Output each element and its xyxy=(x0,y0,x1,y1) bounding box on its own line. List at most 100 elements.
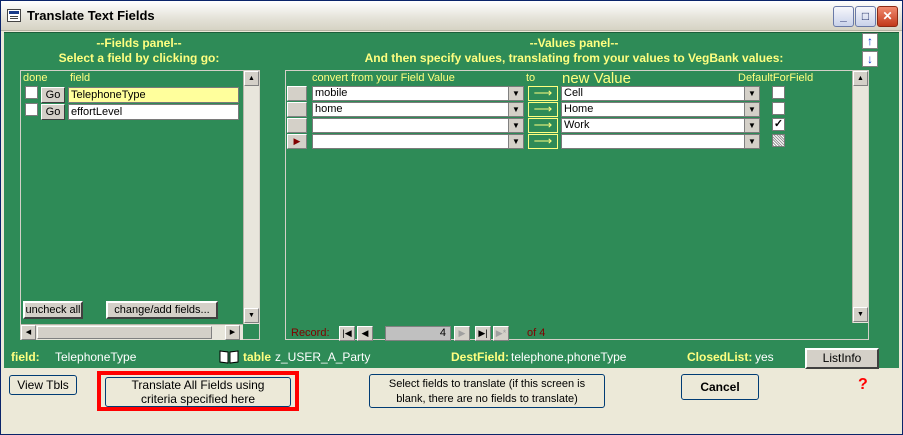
from-value: mobile xyxy=(315,87,348,99)
form-icon xyxy=(7,9,21,22)
record-total: of 4 xyxy=(527,327,546,339)
translate-arrow-icon: ⟶ xyxy=(528,102,558,117)
col-default-for-field: DefaultForField xyxy=(738,72,814,84)
go-button[interactable]: Go xyxy=(41,104,65,120)
scroll-down-icon[interactable]: ▼ xyxy=(853,307,868,322)
translate-all-line2: criteria specified here xyxy=(140,392,256,406)
closedlist-value: yes xyxy=(755,350,774,364)
help-icon[interactable]: ? xyxy=(858,376,868,394)
scroll-up-icon[interactable]: ▲ xyxy=(853,71,868,86)
destfield-label: DestField: xyxy=(451,350,510,364)
minimize-button[interactable]: _ xyxy=(833,6,854,27)
col-new-value: new Value xyxy=(562,70,631,87)
values-panel-title: --Values panel-- xyxy=(529,36,619,50)
to-value: Home xyxy=(564,103,594,115)
dropdown-arrow-icon[interactable]: ▼ xyxy=(744,103,759,116)
default-checkbox[interactable] xyxy=(772,134,785,147)
default-checkbox[interactable]: ✓ xyxy=(772,118,785,131)
title-bar[interactable]: Translate Text Fields _ □ ✕ xyxy=(1,1,902,31)
to-value-combo[interactable]: Cell ▼ xyxy=(561,86,760,101)
scroll-thumb[interactable] xyxy=(37,326,212,339)
close-button[interactable]: ✕ xyxy=(877,6,898,27)
translate-all-fields-button[interactable]: Translate All Fields using criteria spec… xyxy=(105,377,291,407)
values-vertical-scrollbar[interactable]: ▲ ▼ xyxy=(852,71,868,323)
listinfo-button[interactable]: ListInfo xyxy=(805,348,879,369)
destfield-value: telephone.phoneType xyxy=(511,350,627,364)
values-panel-header: --Values panel-- And then specify values… xyxy=(294,36,854,66)
scroll-left-icon[interactable]: ◀ xyxy=(21,325,36,340)
new-record-icon[interactable]: ▶* xyxy=(493,326,509,341)
fields-vertical-scrollbar[interactable]: ▲ ▼ xyxy=(243,71,259,324)
previous-record-icon[interactable]: ◀ xyxy=(357,326,373,341)
record-selector[interactable] xyxy=(287,102,307,117)
table-value: z_USER_A_Party xyxy=(275,350,371,364)
default-checkbox[interactable] xyxy=(772,86,785,99)
dropdown-arrow-icon[interactable]: ▼ xyxy=(744,87,759,100)
to-value: Cell xyxy=(564,87,583,99)
record-label: Record: xyxy=(291,327,330,339)
book-icon xyxy=(219,350,239,364)
window-title: Translate Text Fields xyxy=(27,8,155,23)
cancel-button[interactable]: Cancel xyxy=(681,374,759,400)
scroll-right-icon[interactable]: ▶ xyxy=(225,325,240,340)
scroll-down-icon[interactable]: ▼ xyxy=(244,308,259,323)
translate-arrow-icon: ⟶ xyxy=(528,118,558,133)
dropdown-arrow-icon[interactable]: ▼ xyxy=(744,135,759,148)
col-convert-from: convert from your Field Value xyxy=(312,72,455,84)
from-value-combo[interactable]: home ▼ xyxy=(312,102,524,117)
col-done: done xyxy=(23,72,48,84)
to-value-combo[interactable]: Home ▼ xyxy=(561,102,760,117)
col-field: field xyxy=(70,72,91,84)
move-up-icon[interactable]: ↑ xyxy=(862,33,878,49)
last-record-icon[interactable]: ▶| xyxy=(475,326,491,341)
dropdown-arrow-icon[interactable]: ▼ xyxy=(744,119,759,132)
col-to: to xyxy=(526,72,536,84)
fields-panel-header: --Fields panel-- Select a field by click… xyxy=(24,36,254,66)
from-value-combo[interactable]: ▼ xyxy=(312,118,524,133)
change-add-fields-button[interactable]: change/add fields... xyxy=(106,301,218,319)
field-value: TelephoneType xyxy=(55,350,137,364)
go-button[interactable]: Go xyxy=(41,87,65,103)
next-record-icon[interactable]: ▶ xyxy=(454,326,470,341)
field-name[interactable]: TelephoneType xyxy=(68,87,239,103)
translate-all-line1: Translate All Fields using xyxy=(131,378,265,392)
select-fields-button[interactable]: Select fields to translate (if this scre… xyxy=(369,374,605,408)
default-checkbox[interactable] xyxy=(772,102,785,115)
view-tbls-button[interactable]: View Tbls xyxy=(9,375,77,395)
from-value-combo[interactable]: ▼ xyxy=(312,134,524,149)
current-record-icon[interactable]: ▶ xyxy=(287,134,307,149)
record-number-input[interactable]: 4 xyxy=(385,326,451,341)
maximize-button[interactable]: □ xyxy=(855,6,876,27)
uncheck-all-button[interactable]: uncheck all xyxy=(23,301,83,319)
record-selector[interactable] xyxy=(287,118,307,133)
field-label: field: xyxy=(11,350,40,364)
form-body: --Fields panel-- Select a field by click… xyxy=(4,32,899,368)
first-record-icon[interactable]: |◀ xyxy=(339,326,355,341)
move-down-icon[interactable]: ↓ xyxy=(862,51,878,67)
translate-arrow-icon: ⟶ xyxy=(528,134,558,149)
field-name[interactable]: effortLevel xyxy=(68,104,239,120)
select-fields-line2: blank, there are no fields to translate) xyxy=(396,393,578,405)
to-value-combo[interactable]: Work ▼ xyxy=(561,118,760,133)
dropdown-arrow-icon[interactable]: ▼ xyxy=(508,103,523,116)
scroll-up-icon[interactable]: ▲ xyxy=(244,71,259,86)
from-value-combo[interactable]: mobile ▼ xyxy=(312,86,524,101)
table-label: table xyxy=(243,350,272,364)
fields-panel-title: --Fields panel-- xyxy=(96,36,182,50)
translate-arrow-icon: ⟶ xyxy=(528,86,558,101)
done-checkbox[interactable] xyxy=(25,86,38,99)
values-panel-subtitle: And then specify values, translating fro… xyxy=(364,51,784,65)
from-value: home xyxy=(315,103,343,115)
dropdown-arrow-icon[interactable]: ▼ xyxy=(508,119,523,132)
dropdown-arrow-icon[interactable]: ▼ xyxy=(508,87,523,100)
closedlist-label: ClosedList: xyxy=(687,350,753,364)
select-fields-line1: Select fields to translate (if this scre… xyxy=(388,378,586,390)
record-selector[interactable] xyxy=(287,86,307,101)
to-value-combo[interactable]: ▼ xyxy=(561,134,760,149)
dropdown-arrow-icon[interactable]: ▼ xyxy=(508,135,523,148)
translate-window: Translate Text Fields _ □ ✕ --Fields pan… xyxy=(0,0,903,435)
values-panel: convert from your Field Value to new Val… xyxy=(285,70,869,340)
done-checkbox[interactable] xyxy=(25,103,38,116)
fields-horizontal-scrollbar[interactable]: ◀ ▶ xyxy=(21,324,243,340)
to-value: Work xyxy=(564,119,590,131)
